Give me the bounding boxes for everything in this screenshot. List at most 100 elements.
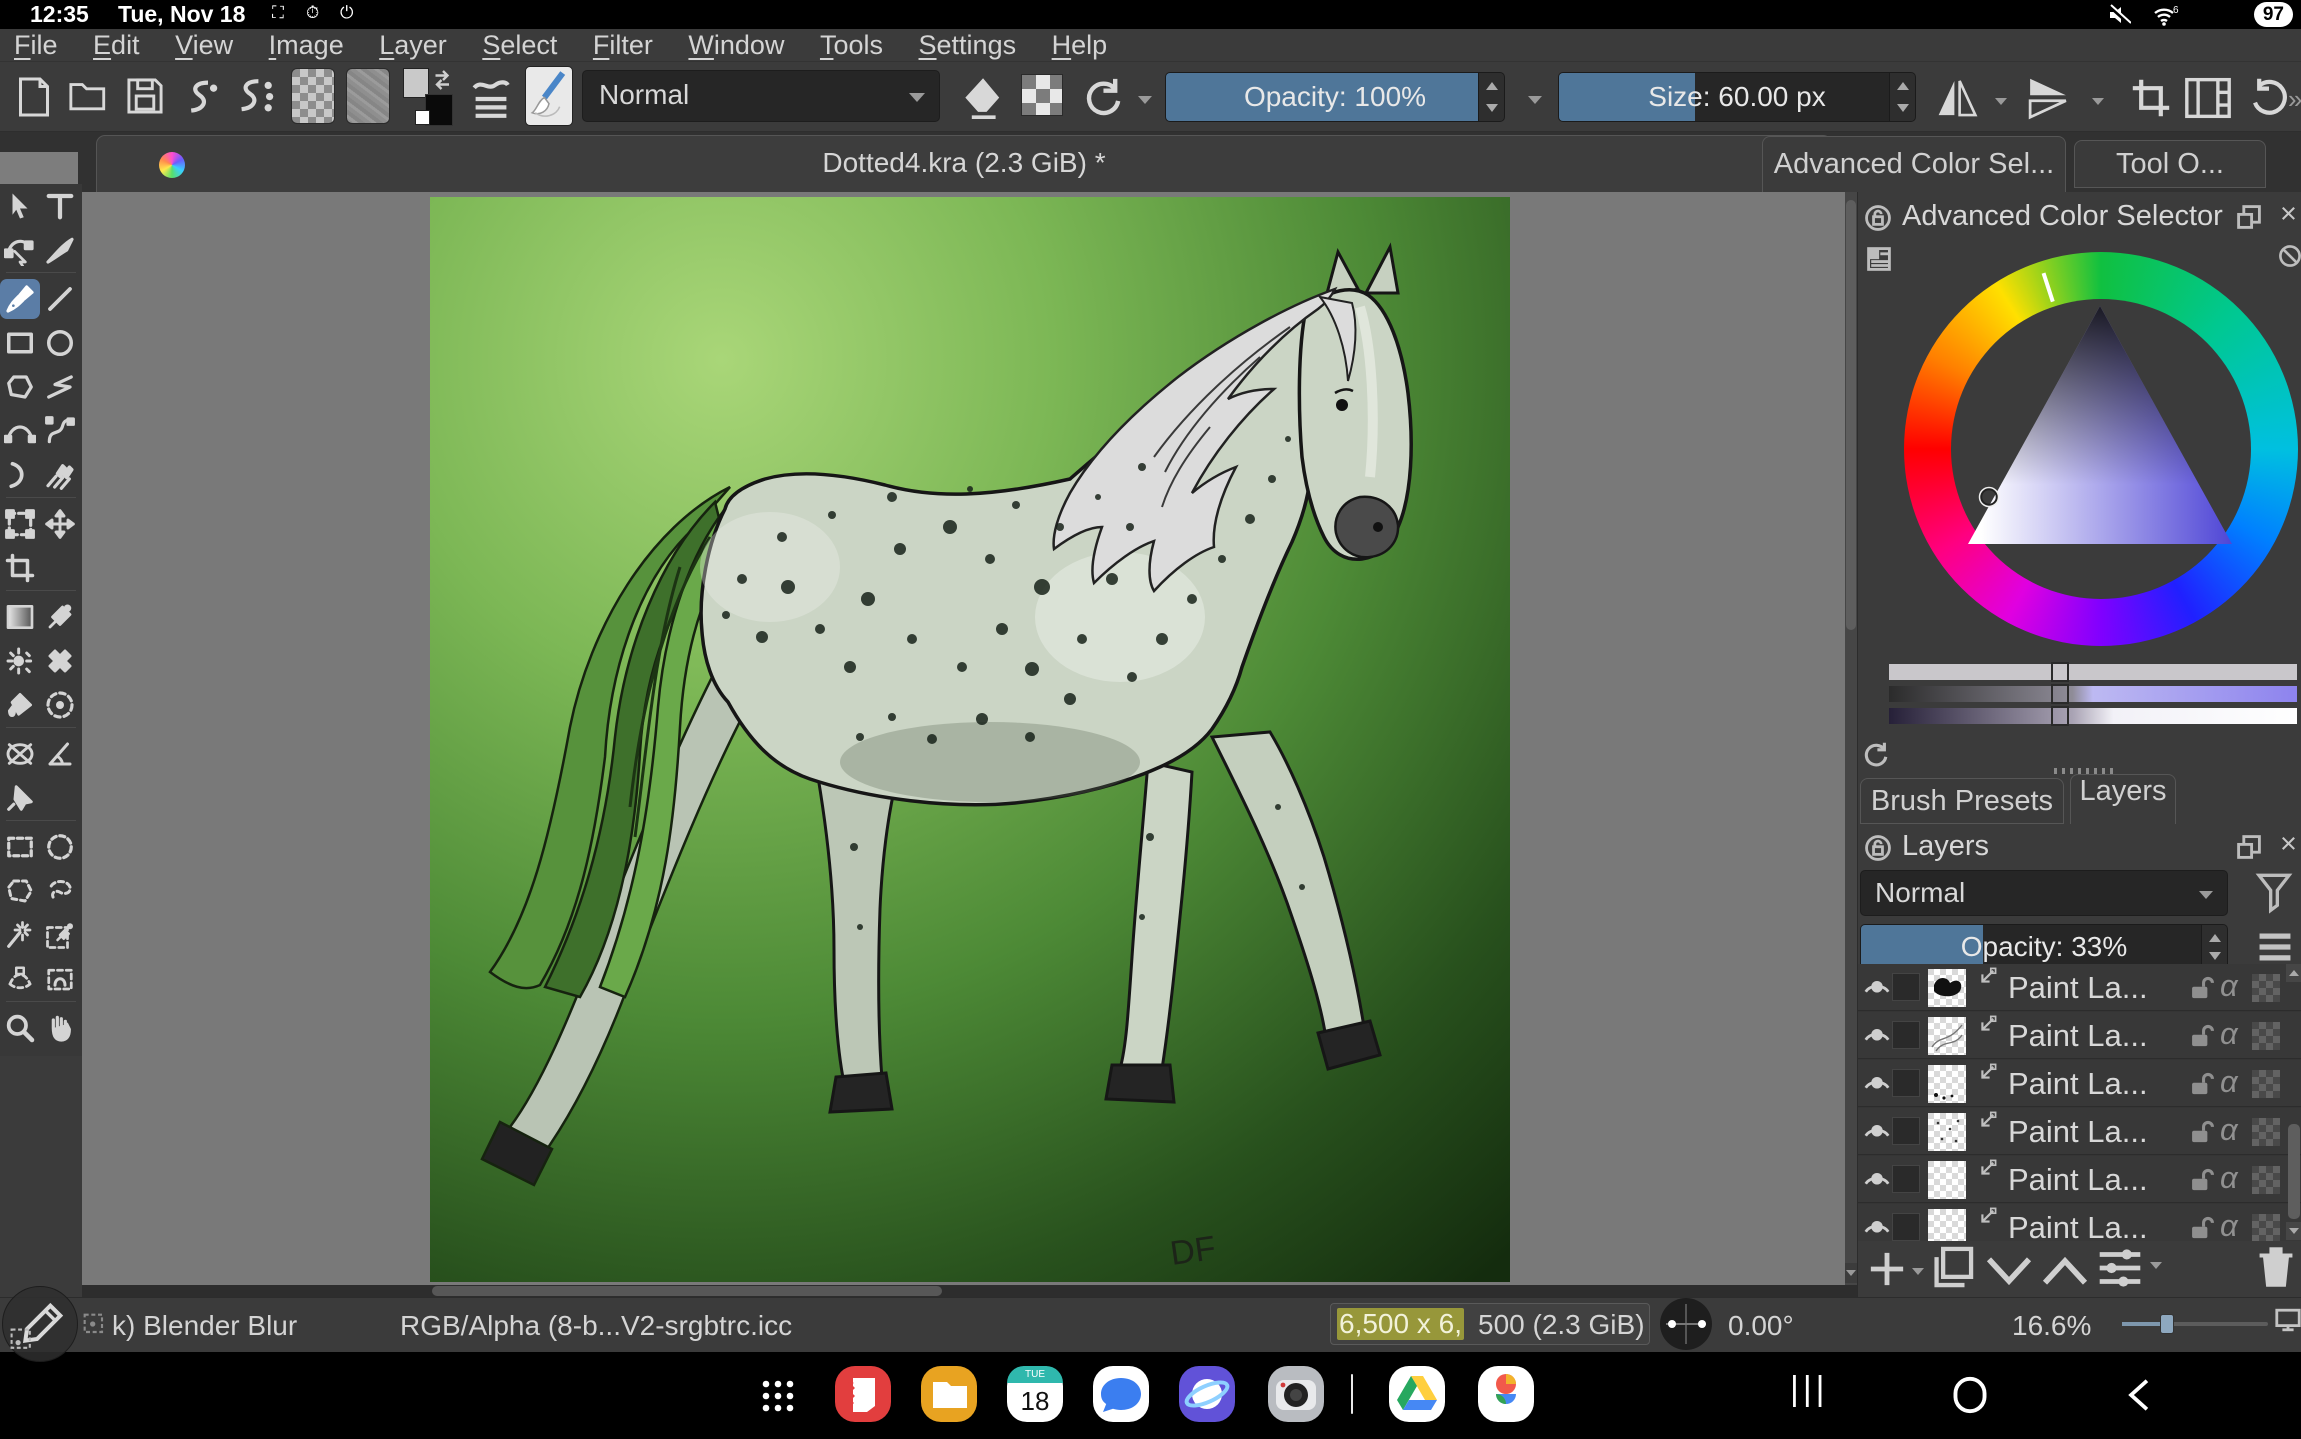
canvas-artwork[interactable]: DF <box>430 197 1510 1282</box>
canvas-horizontal-scrollbar[interactable] <box>82 1285 1857 1297</box>
layer-alpha-lock-icon[interactable]: α <box>2220 1064 2238 1100</box>
layer-name[interactable]: Paint La... <box>2008 1066 2148 1102</box>
layer-inherit-alpha-icon[interactable] <box>2252 1118 2280 1146</box>
layer-alpha-lock-icon[interactable]: α <box>2220 1160 2238 1196</box>
layer-lock-icon[interactable] <box>2188 1022 2214 1050</box>
undo-icon[interactable] <box>2248 76 2290 118</box>
layer-visibility-icon[interactable] <box>1862 1213 1892 1241</box>
acs-settings-icon[interactable] <box>1866 246 1892 272</box>
layer-color-label[interactable] <box>1892 1069 1920 1097</box>
tab-layers[interactable]: Layers <box>2070 774 2176 824</box>
save-icon[interactable] <box>126 76 164 116</box>
move-layer-up-icon[interactable] <box>2040 1254 2090 1288</box>
menu-window[interactable]: Window <box>688 29 784 62</box>
layer-alpha-lock-icon[interactable]: α <box>2220 1112 2238 1148</box>
layer-inherit-alpha-icon[interactable] <box>2252 1214 2280 1241</box>
layer-visibility-icon[interactable] <box>1862 973 1892 1003</box>
saturation-value-triangle[interactable] <box>1950 300 2250 550</box>
zoom-slider-track[interactable] <box>2122 1322 2268 1326</box>
multibrush-tool-icon[interactable] <box>44 459 76 491</box>
rotation-angle-label[interactable]: 0.00° <box>1728 1310 1794 1342</box>
layer-name[interactable]: Paint La... <box>2008 1018 2148 1054</box>
close-docker-icon[interactable]: × <box>2280 198 2297 231</box>
horizontal-scroll-thumb[interactable] <box>432 1286 942 1296</box>
delete-layer-icon[interactable] <box>2256 1244 2296 1290</box>
layers-close-icon[interactable]: × <box>2280 828 2297 861</box>
layer-thumbnail[interactable] <box>1928 969 1966 1007</box>
stroke-smoothing-icon[interactable] <box>180 76 222 120</box>
color-profile-label[interactable]: RGB/Alpha (8-b...V2-srgbtrc.icc <box>400 1310 792 1342</box>
layer-lock-icon[interactable] <box>2188 974 2214 1002</box>
properties-chevron-icon[interactable] <box>2150 1262 2162 1269</box>
mirror-horizontal-chevron-icon[interactable] <box>1995 98 2007 105</box>
tab-brush-presets[interactable]: Brush Presets <box>1860 778 2064 824</box>
back-nav-button[interactable] <box>2122 1376 2156 1414</box>
app-photos-icon[interactable] <box>1478 1366 1534 1422</box>
layer-thumbnail[interactable] <box>1928 1065 1966 1103</box>
bezier-curve-tool-icon[interactable] <box>4 415 36 447</box>
opacity-spin-arrows[interactable] <box>1478 73 1504 121</box>
opacity-chevron-icon[interactable] <box>1528 96 1542 104</box>
zoom-slider-handle[interactable] <box>2160 1314 2174 1334</box>
layers-docker-lock-icon[interactable] <box>1864 834 1892 862</box>
dynamic-brush-tool-icon[interactable] <box>5 460 35 490</box>
floating-pen-button[interactable] <box>2 1286 78 1362</box>
pan-tool-icon[interactable] <box>44 1012 76 1044</box>
polyline-tool-icon[interactable] <box>45 372 75 402</box>
reload-preset-chevron-icon[interactable] <box>1138 96 1152 104</box>
layer-thumbnail[interactable] <box>1928 1113 1966 1151</box>
layer-inherit-alpha-icon[interactable] <box>2252 1070 2280 1098</box>
layer-visibility-icon[interactable] <box>1862 1117 1892 1147</box>
pattern-edit-tool-icon[interactable] <box>4 645 36 677</box>
layer-lock-icon[interactable] <box>2188 1214 2214 1241</box>
freehand-brush-tool-selected[interactable] <box>0 279 40 319</box>
mirror-vertical-icon[interactable] <box>2026 76 2070 120</box>
layer-inherit-alpha-icon[interactable] <box>2252 1166 2280 1194</box>
layer-properties-icon[interactable] <box>2096 1246 2144 1290</box>
magnetic-selection-tool-icon[interactable] <box>45 964 75 994</box>
app-calendar-icon[interactable]: TUE18 <box>1007 1366 1063 1422</box>
freehand-selection-tool-icon[interactable] <box>45 876 75 906</box>
gradient-tool-icon[interactable] <box>4 601 36 633</box>
color-range-selection-tool-icon[interactable] <box>45 920 75 950</box>
freehand-path-tool-icon[interactable] <box>44 415 76 447</box>
slider-handle[interactable] <box>2051 706 2069 726</box>
freehand-brush-tool-icon[interactable] <box>4 283 36 315</box>
open-document-icon[interactable] <box>68 76 108 116</box>
tab-tool-options[interactable]: Tool O... <box>2074 140 2266 188</box>
layer-color-label[interactable] <box>1892 1165 1920 1193</box>
brush-preset-chooser[interactable] <box>525 66 573 126</box>
similar-selection-tool-icon[interactable] <box>5 920 35 950</box>
layer-filter-icon[interactable] <box>2254 870 2294 914</box>
slider-handle[interactable] <box>2051 662 2069 682</box>
shade-slider-2[interactable] <box>1889 708 2297 724</box>
layer-name[interactable]: Paint La... <box>2008 970 2148 1006</box>
layer-color-label[interactable] <box>1892 1117 1920 1145</box>
canvas-rotation-widget[interactable] <box>1660 1298 1712 1350</box>
menu-settings[interactable]: Settings <box>919 29 1017 62</box>
layer-lock-icon[interactable] <box>2188 1166 2214 1194</box>
mirror-horizontal-icon[interactable] <box>1936 76 1978 120</box>
polygonal-selection-tool-icon[interactable] <box>5 876 35 906</box>
layers-float-icon[interactable] <box>2236 834 2262 860</box>
new-document-icon[interactable] <box>16 76 52 118</box>
stroke-stabilizer-icon[interactable] <box>236 76 278 120</box>
layer-row[interactable]: Paint La... α <box>1858 1060 2301 1107</box>
scroll-down-arrow-icon[interactable] <box>1845 1263 1857 1283</box>
layer-color-label[interactable] <box>1892 973 1920 1001</box>
home-nav-button[interactable] <box>1950 1374 1990 1416</box>
default-colors-icon[interactable] <box>415 110 430 125</box>
rectangle-tool-icon[interactable] <box>5 328 35 358</box>
mirror-vertical-chevron-icon[interactable] <box>2092 98 2104 105</box>
layer-visibility-icon[interactable] <box>1862 1165 1892 1195</box>
zoom-level-label[interactable]: 16.6% <box>2012 1310 2091 1342</box>
add-layer-chevron-icon[interactable] <box>1912 1268 1924 1275</box>
color-sampler-tool-icon[interactable] <box>45 602 75 632</box>
layer-name[interactable]: Paint La... <box>2008 1210 2148 1241</box>
layer-opacity-spin-arrows[interactable] <box>2201 925 2227 969</box>
common-colors-bar[interactable] <box>1889 664 2297 680</box>
bezier-selection-tool-icon[interactable] <box>5 964 35 994</box>
gradient-chooser-swatch[interactable] <box>291 68 335 124</box>
layer-color-label[interactable] <box>1892 1213 1920 1241</box>
duplicate-layer-icon[interactable] <box>1930 1244 1976 1290</box>
